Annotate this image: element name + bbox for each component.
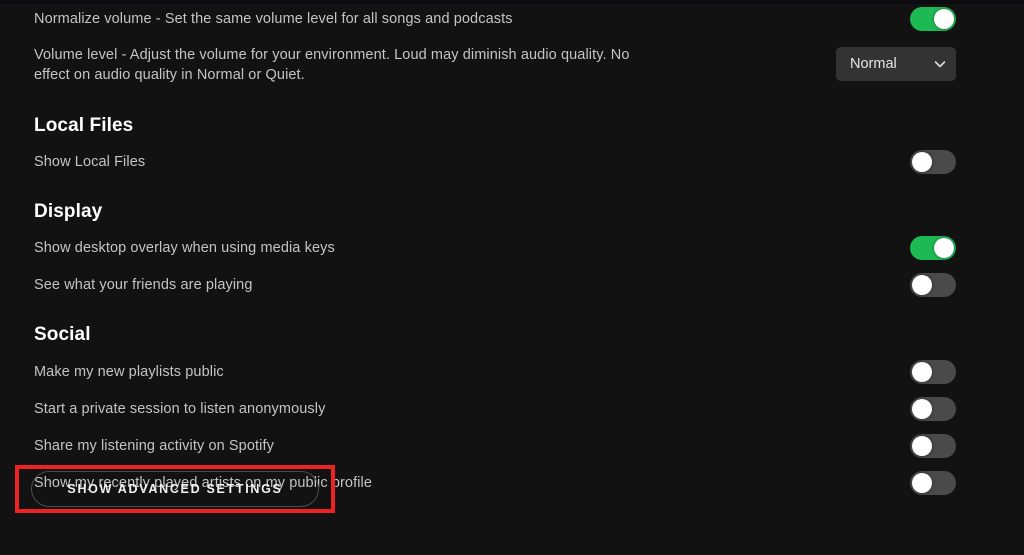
toggle-knob <box>934 9 954 29</box>
chevron-down-icon <box>934 58 946 70</box>
setting-row-desktop-overlay: Show desktop overlay when using media ke… <box>0 236 1024 260</box>
setting-label-normalize-volume: Normalize volume - Set the same volume l… <box>34 11 513 27</box>
setting-label-private-session: Start a private session to listen anonym… <box>34 401 326 417</box>
toggle-knob <box>912 436 932 456</box>
toggle-knob <box>912 275 932 295</box>
advanced-settings-area: Show advanced settings <box>15 465 335 513</box>
setting-label-share-activity: Share my listening activity on Spotify <box>34 438 274 454</box>
setting-row-private-session: Start a private session to listen anonym… <box>0 397 1024 421</box>
setting-row-volume-level: Volume level - Adjust the volume for you… <box>0 45 1024 85</box>
setting-row-friend-activity: See what your friends are playing <box>0 273 1024 297</box>
toggle-knob <box>934 238 954 258</box>
toggle-knob <box>912 399 932 419</box>
setting-row-public-playlists: Make my new playlists public <box>0 360 1024 384</box>
section-heading-social: Social <box>34 324 91 345</box>
setting-label-volume-level: Volume level - Adjust the volume for you… <box>34 47 630 83</box>
setting-row-normalize-volume: Normalize volume - Set the same volume l… <box>0 7 1024 31</box>
toggle-recently-played-artists[interactable] <box>910 471 956 495</box>
toggle-knob <box>912 473 932 493</box>
toggle-share-activity[interactable] <box>910 434 956 458</box>
volume-level-select[interactable]: Normal <box>836 47 956 81</box>
highlight-box <box>15 465 335 513</box>
settings-page: Normalize volume - Set the same volume l… <box>0 0 1024 555</box>
toggle-knob <box>912 362 932 382</box>
toggle-public-playlists[interactable] <box>910 360 956 384</box>
setting-label-show-local-files: Show Local Files <box>34 154 146 170</box>
section-heading-display: Display <box>34 201 103 222</box>
toggle-knob <box>912 152 932 172</box>
toggle-show-local-files[interactable] <box>910 150 956 174</box>
toggle-desktop-overlay[interactable] <box>910 236 956 260</box>
toggle-friend-activity[interactable] <box>910 273 956 297</box>
setting-label-friend-activity: See what your friends are playing <box>34 277 253 293</box>
toggle-private-session[interactable] <box>910 397 956 421</box>
setting-label-desktop-overlay: Show desktop overlay when using media ke… <box>34 240 335 256</box>
section-heading-local-files: Local Files <box>34 115 134 136</box>
setting-label-public-playlists: Make my new playlists public <box>34 364 224 380</box>
setting-row-show-local-files: Show Local Files <box>0 150 1024 174</box>
volume-level-selected-value: Normal <box>850 56 897 72</box>
toggle-normalize-volume[interactable] <box>910 7 956 31</box>
setting-row-share-activity: Share my listening activity on Spotify <box>0 434 1024 458</box>
